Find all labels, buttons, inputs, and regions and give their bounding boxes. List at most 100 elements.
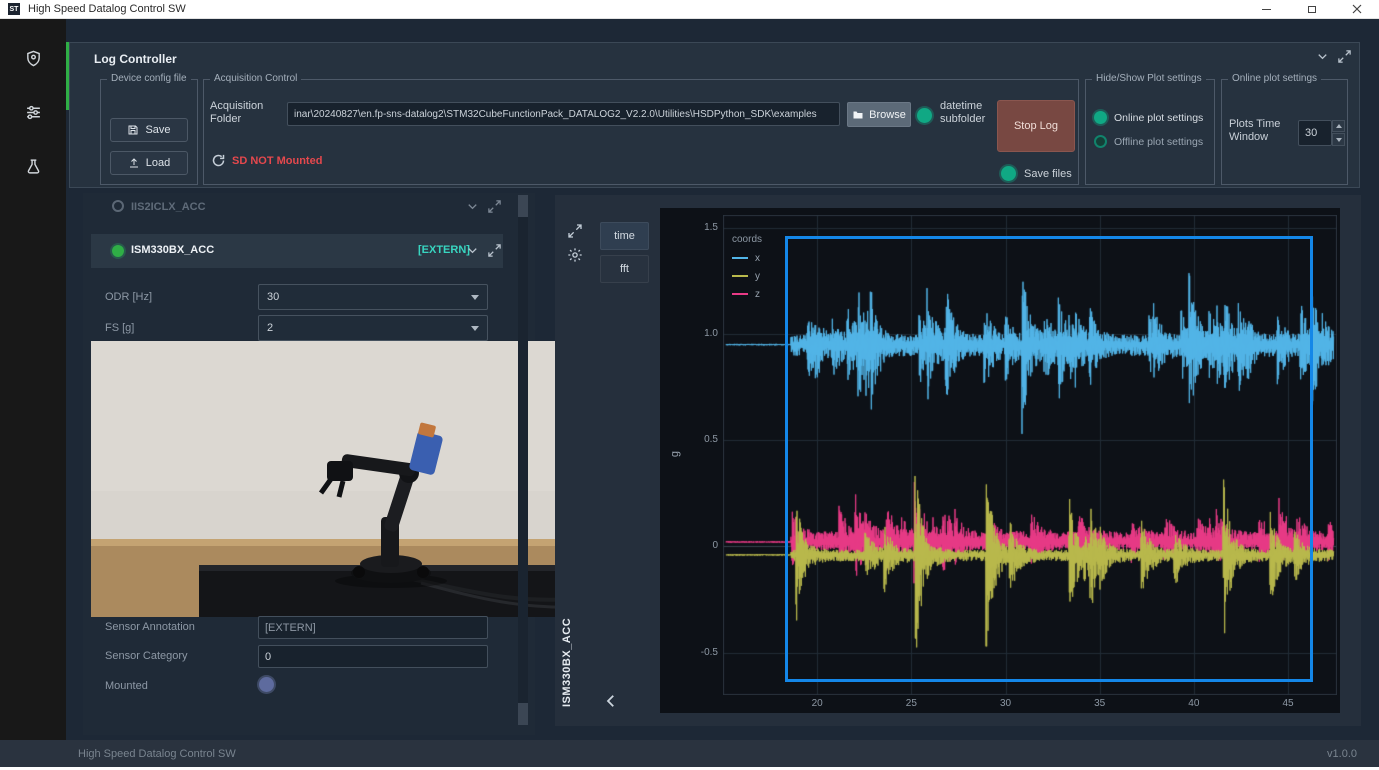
- sd-refresh-button[interactable]: [211, 153, 226, 168]
- tab-time[interactable]: time: [600, 222, 649, 250]
- device-config-group: Device config file Save Load: [100, 73, 198, 185]
- sensor-row-iis2iclx[interactable]: IIS2ICLX_ACC: [91, 195, 503, 221]
- sensor-row-ism330bx[interactable]: ISM330BX_ACC [EXTERN]: [91, 234, 503, 268]
- scrollbar-thumb-bottom[interactable]: [518, 703, 528, 725]
- tab-fft[interactable]: fft: [600, 255, 649, 283]
- sensor-category-label: Sensor Category: [105, 650, 188, 662]
- load-label: Load: [145, 157, 171, 169]
- chart-container: g 20 25 30 35 40 45 1.5 1.0 0.5 0 -0.5 coords x y …: [660, 208, 1340, 713]
- st-logo-icon: ST: [8, 3, 20, 15]
- plots-time-window-label: Plots Time Window: [1229, 118, 1281, 143]
- chevron-down-icon: [468, 204, 477, 210]
- chevron-down-icon: [471, 294, 479, 300]
- save-files-toggle[interactable]: [1001, 166, 1016, 181]
- x-tick-label: 40: [1188, 698, 1200, 709]
- arrow-down-icon: [1335, 137, 1342, 142]
- gear-icon: [568, 248, 582, 262]
- window-controls: [1244, 0, 1379, 18]
- plot-area[interactable]: [723, 215, 1337, 695]
- sidebar-item-lab[interactable]: [0, 143, 66, 189]
- datetime-subfolder-label: datetime subfolder: [940, 100, 986, 125]
- plot-selection-rectangle[interactable]: [785, 236, 1313, 683]
- main-area: Log Controller Device config file Save L…: [66, 19, 1379, 740]
- offline-plot-settings-label: Offline plot settings: [1114, 136, 1204, 148]
- time-window-increment[interactable]: [1332, 120, 1345, 132]
- hide-show-title: Hide/Show Plot settings: [1092, 73, 1206, 84]
- sensor-collapse-button[interactable]: [465, 199, 480, 214]
- sensor-category-input[interactable]: [258, 645, 488, 668]
- save-label: Save: [145, 124, 171, 136]
- save-icon: [128, 125, 138, 135]
- x-tick-label: 30: [999, 698, 1012, 709]
- time-window-input[interactable]: [1298, 120, 1332, 146]
- collapse-panel-button[interactable]: [1315, 49, 1330, 64]
- sensor-status-dot: [112, 200, 124, 212]
- sd-status-text: SD NOT Mounted: [232, 155, 323, 167]
- expand-icon: [488, 244, 501, 257]
- series-y-swatch: [732, 275, 748, 277]
- online-plot-settings-radio[interactable]: [1094, 111, 1107, 124]
- refresh-icon: [212, 154, 225, 167]
- odr-dropdown[interactable]: 30: [258, 284, 488, 310]
- close-icon: [1352, 4, 1361, 14]
- legend-item-x[interactable]: x: [732, 249, 762, 267]
- shield-icon: [26, 50, 40, 66]
- flask-icon: [27, 158, 39, 174]
- scrollbar-thumb-top[interactable]: [518, 195, 528, 217]
- offline-plot-settings-radio[interactable]: [1094, 135, 1107, 148]
- sensor-collapse-button[interactable]: [465, 243, 480, 258]
- expand-icon: [1338, 50, 1351, 63]
- folder-icon: [853, 111, 863, 118]
- plot-sensor-label: ISM330BX_ACC: [561, 617, 573, 708]
- sensor-expand-button[interactable]: [487, 199, 502, 214]
- chevron-down-icon: [468, 248, 477, 254]
- fs-dropdown[interactable]: 2: [258, 315, 488, 341]
- legend-item-z[interactable]: z: [732, 285, 762, 303]
- minimize-button[interactable]: [1244, 0, 1289, 18]
- sensor-annotation-input[interactable]: [258, 616, 488, 639]
- sidebar-item-log-controller[interactable]: [0, 35, 66, 81]
- series-z-swatch: [732, 293, 748, 295]
- odr-value: 30: [267, 291, 280, 303]
- x-tick-label: 25: [905, 698, 917, 709]
- acquisition-folder-input[interactable]: [287, 102, 840, 126]
- series-x-swatch: [732, 257, 748, 259]
- device-config-title: Device config file: [107, 73, 191, 84]
- odr-label: ODR [Hz]: [105, 291, 153, 303]
- x-tick-label: 20: [811, 698, 823, 709]
- expand-panel-button[interactable]: [1337, 49, 1352, 64]
- load-config-button[interactable]: Load: [110, 151, 188, 175]
- acquisition-control-group: Acquisition Control Acquisition Folder B…: [203, 73, 1079, 185]
- plot-expand-button[interactable]: [567, 223, 583, 239]
- save-config-button[interactable]: Save: [110, 118, 188, 142]
- plot-settings-button[interactable]: [567, 247, 583, 263]
- mounted-toggle[interactable]: [259, 677, 274, 692]
- legend-item-y[interactable]: y: [732, 267, 762, 285]
- browse-button[interactable]: Browse: [847, 102, 911, 127]
- log-controller-title: Log Controller: [94, 52, 177, 66]
- online-plot-settings-group: Online plot settings Plots Time Window: [1221, 73, 1348, 185]
- sensor-list-scrollbar[interactable]: [518, 195, 528, 725]
- hide-show-plot-settings-group: Hide/Show Plot settings Online plot sett…: [1085, 73, 1215, 185]
- series-x-label: x: [755, 252, 760, 264]
- browse-label: Browse: [869, 108, 906, 121]
- stop-log-button[interactable]: Stop Log: [997, 100, 1075, 152]
- collapse-sidebar-button[interactable]: [602, 692, 620, 710]
- window-titlebar: ST High Speed Datalog Control SW: [0, 0, 1379, 19]
- time-window-decrement[interactable]: [1332, 133, 1345, 146]
- sidebar: [0, 19, 66, 740]
- sensor-expand-button[interactable]: [487, 243, 502, 258]
- fs-label: FS [g]: [105, 322, 135, 334]
- camera-preview: [91, 341, 583, 617]
- sliders-icon: [26, 105, 40, 119]
- upload-icon: [129, 158, 138, 168]
- mounted-label: Mounted: [105, 680, 148, 692]
- datetime-subfolder-toggle[interactable]: [917, 108, 932, 123]
- close-button[interactable]: [1334, 0, 1379, 18]
- sidebar-item-settings[interactable]: [0, 89, 66, 135]
- legend-title: coords: [732, 234, 763, 245]
- status-version: v1.0.0: [1327, 747, 1357, 760]
- log-controller-panel: Log Controller Device config file Save L…: [69, 42, 1360, 188]
- maximize-button[interactable]: [1289, 0, 1334, 18]
- maximize-icon: [1307, 5, 1316, 13]
